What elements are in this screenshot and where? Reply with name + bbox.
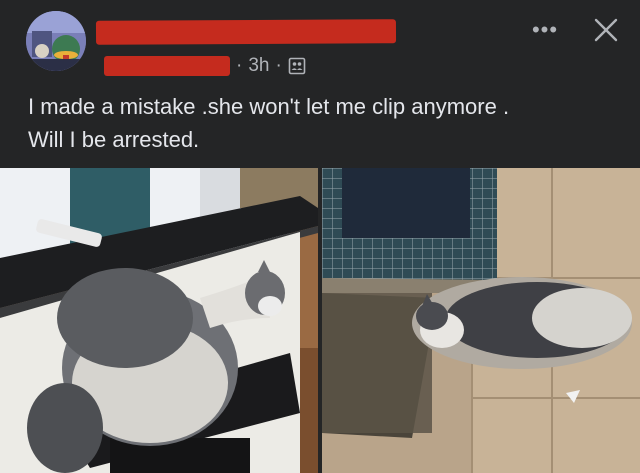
redacted-group-name — [104, 56, 230, 76]
post-meta: · 3h · — [236, 54, 306, 78]
meta-separator: · — [236, 55, 243, 76]
avatar[interactable] — [26, 11, 86, 71]
meta-separator: · — [275, 55, 282, 76]
post-text-line: I made a mistake .she won't let me clip … — [28, 94, 510, 119]
redacted-name — [95, 19, 397, 45]
post-text: I made a mistake .she won't let me clip … — [28, 90, 628, 156]
post-header: · 3h · ••• I made a mistake .she won't l… — [0, 0, 640, 168]
cat-on-tile-floor-photo[interactable] — [322, 168, 640, 473]
post-time[interactable]: 3h — [248, 55, 269, 77]
close-icon — [594, 18, 618, 42]
close-button[interactable] — [590, 14, 622, 46]
friends-audience-icon[interactable] — [288, 57, 306, 75]
post-text-line: Will I be arrested. — [28, 127, 200, 152]
photo-grid — [0, 168, 640, 473]
more-options-button[interactable]: ••• — [528, 13, 562, 47]
cat-on-stool-photo[interactable] — [0, 168, 318, 473]
avatar-image — [26, 11, 86, 71]
